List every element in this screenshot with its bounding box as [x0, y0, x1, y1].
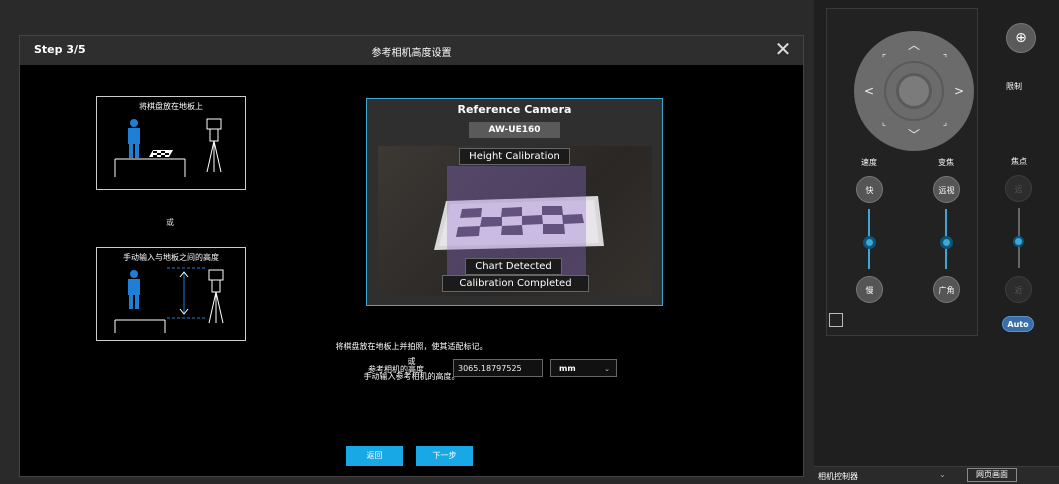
- person-icon: [128, 119, 140, 158]
- limit-label: 限制: [1006, 82, 1022, 91]
- next-button[interactable]: 下一步: [416, 446, 473, 466]
- dialog-title: 参考相机高度设置: [371, 48, 452, 59]
- focus-slider-knob[interactable]: [1013, 235, 1024, 247]
- ptz-pad[interactable]: ︿ ﹀ < > ⌜ ⌝ ⌞ ⌟: [854, 31, 974, 151]
- instruction-line-1: 将棋盘放在地板上并拍照，使其适配标记。: [335, 342, 488, 351]
- unit-select-value: mm: [559, 364, 576, 373]
- height-label: 参考相机的高度: [368, 365, 424, 374]
- ptz-center-button[interactable]: [896, 73, 932, 109]
- camera-model-badge: AW-UE160: [469, 122, 560, 138]
- arrow-down-icon[interactable]: ﹀: [906, 127, 922, 143]
- focus-label: 焦点: [1011, 157, 1027, 166]
- chessboard-icon: [149, 150, 173, 157]
- floor-method-illustration: [114, 118, 222, 177]
- reference-camera-frame: Reference Camera AW-UE160 Height Calibra…: [366, 98, 663, 306]
- or-separator: 或: [166, 218, 174, 227]
- calibration-dialog: Step 3/5 参考相机高度设置 ✕ 将棋盘放在地板上 或 手动输入与地板之间…: [19, 35, 804, 477]
- auto-focus-button[interactable]: Auto: [1002, 316, 1034, 332]
- manual-method-illustration: [114, 267, 224, 333]
- chevron-down-icon[interactable]: ⌄: [939, 470, 946, 479]
- ptz-control-box: ︿ ﹀ < > ⌜ ⌝ ⌞ ⌟ 速度 变焦 快 远视 慢 广角: [826, 8, 978, 336]
- arrow-up-icon[interactable]: ︿: [906, 37, 922, 53]
- arrow-up-left-icon[interactable]: ⌜: [876, 51, 892, 67]
- unit-select[interactable]: mm ⌄: [550, 359, 617, 377]
- close-button[interactable]: ✕: [773, 39, 793, 59]
- bottom-bar: 相机控制器 ⌄ 网页画面: [814, 466, 1059, 484]
- arrow-up-right-icon[interactable]: ⌝: [937, 51, 953, 67]
- speed-slider-knob[interactable]: [863, 235, 876, 249]
- height-field[interactable]: 3065.18797525: [453, 359, 543, 377]
- person-icon: [128, 270, 140, 309]
- height-calibration-tag: Height Calibration: [459, 148, 570, 165]
- zoom-slider-knob[interactable]: [940, 235, 953, 249]
- speed-fast-button[interactable]: 快: [856, 176, 883, 203]
- back-button[interactable]: 返回: [346, 446, 403, 466]
- dialog-header: Step 3/5 参考相机高度设置 ✕: [20, 36, 803, 65]
- tripod-camera-icon: [206, 118, 222, 173]
- height-arrow-icon: [167, 267, 205, 319]
- arrow-right-icon[interactable]: >: [951, 83, 967, 99]
- controller-select-label: 相机控制器: [818, 472, 858, 481]
- zoom-wide-button[interactable]: 广角: [933, 276, 960, 303]
- arrow-left-icon[interactable]: <: [861, 83, 877, 99]
- lock-icon[interactable]: [829, 313, 843, 327]
- limit-icon[interactable]: ⊕: [1006, 23, 1036, 53]
- tripod-camera-icon: [208, 269, 224, 324]
- reference-camera-title: Reference Camera: [457, 103, 572, 116]
- focus-far-button[interactable]: 远: [1005, 175, 1032, 202]
- web-screen-button[interactable]: 网页画面: [967, 468, 1017, 482]
- manual-method-panel: 手动输入与地板之间的高度: [96, 247, 246, 341]
- camera-control-panel: ︿ ﹀ < > ⌜ ⌝ ⌞ ⌟ 速度 变焦 快 远视 慢 广角 ⊕ 限制 焦点 …: [814, 0, 1059, 483]
- zoom-label: 变焦: [938, 158, 954, 167]
- chart-detected-tag: Chart Detected: [465, 258, 562, 275]
- chevron-down-icon: ⌄: [604, 365, 610, 373]
- floor-line: [114, 319, 166, 333]
- focus-near-button[interactable]: 近: [1005, 276, 1032, 303]
- calibration-completed-tag: Calibration Completed: [442, 275, 589, 292]
- arrow-down-right-icon[interactable]: ⌟: [937, 115, 953, 131]
- arrow-down-left-icon[interactable]: ⌞: [876, 115, 892, 131]
- zoom-tele-button[interactable]: 远视: [933, 176, 960, 203]
- speed-label: 速度: [861, 158, 877, 167]
- floor-method-panel: 将棋盘放在地板上: [96, 96, 246, 190]
- floor-line: [114, 158, 186, 177]
- camera-preview: Height Calibration Chart Detected Calibr…: [378, 146, 652, 296]
- speed-slow-button[interactable]: 慢: [856, 276, 883, 303]
